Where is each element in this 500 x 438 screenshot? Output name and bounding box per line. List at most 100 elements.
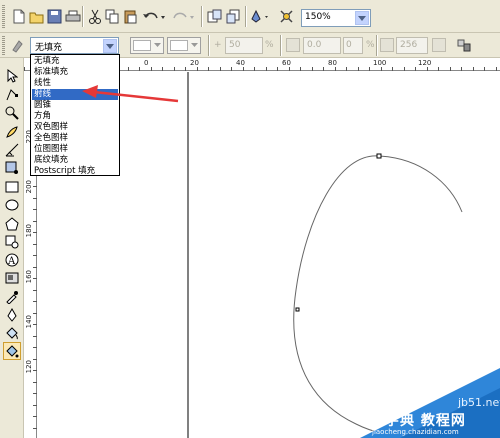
chevron-down-icon[interactable]	[103, 39, 117, 53]
freehand-tool-icon[interactable]	[3, 141, 21, 159]
coreldraw-window: 150% 无填充 + 50 % 0.0 0 % 256 A 0 20 40 60…	[0, 0, 500, 438]
application-launcher-icon[interactable]	[249, 7, 273, 26]
toolbar-separator	[82, 6, 84, 27]
ruler-h-tick	[403, 67, 405, 71]
red-annotation-arrow	[82, 85, 179, 103]
zoom-tool-icon[interactable]	[3, 123, 21, 141]
text-tool-icon[interactable]: A	[3, 251, 21, 269]
ruler-h-tick	[288, 67, 290, 71]
svg-text:A: A	[7, 256, 16, 267]
shape-tool-icon[interactable]	[3, 86, 21, 104]
eyedropper-tool-icon[interactable]	[3, 288, 21, 306]
fill-steps-lock-icon[interactable]	[380, 38, 394, 52]
ruler-v-tick	[33, 358, 37, 360]
curve-node-top[interactable]	[376, 153, 382, 159]
first-color-picker[interactable]	[130, 37, 164, 54]
fill-type-option[interactable]: 无填充	[32, 56, 118, 67]
ruler-h-tick	[426, 67, 428, 71]
ruler-v-tick	[33, 209, 37, 210]
save-icon[interactable]	[45, 7, 64, 26]
ruler-h-tick	[392, 67, 393, 71]
pick-tool-icon[interactable]	[3, 67, 21, 85]
fill-type-option[interactable]: 方角	[32, 111, 118, 122]
ruler-v-tick	[33, 301, 37, 302]
table-interactive-tool-icon[interactable]	[3, 269, 21, 287]
open-folder-icon[interactable]	[27, 7, 46, 26]
ruler-h-tick	[196, 67, 198, 71]
ruler-h-tick	[369, 67, 370, 71]
undo-icon[interactable]	[141, 7, 167, 26]
paste-icon[interactable]	[121, 7, 140, 26]
outline-pen-tool-icon[interactable]	[3, 306, 21, 324]
ruler-h-tick	[311, 67, 313, 71]
midpoint-icon: +	[214, 40, 222, 50]
copy-fill-properties-icon[interactable]	[432, 38, 446, 52]
toolbar-separator	[201, 6, 203, 27]
fill-type-option[interactable]: Postscript 填充	[32, 166, 118, 177]
edge-pad-unit: %	[366, 40, 375, 50]
ruler-v-tick	[33, 243, 37, 245]
chevron-down-icon	[191, 43, 198, 47]
interactive-fill-icon[interactable]	[8, 36, 27, 55]
print-icon[interactable]	[63, 7, 82, 26]
ruler-h-tick	[438, 67, 439, 71]
ruler-v-tick	[33, 393, 37, 394]
ruler-h-tick	[484, 67, 485, 71]
ruler-v-tick	[33, 266, 37, 268]
fill-type-dropdown[interactable]: 无填充	[30, 37, 119, 54]
edge-pad-value: 0	[346, 40, 352, 50]
ruler-h-tick	[449, 67, 451, 71]
fill-type-value: 无填充	[35, 43, 63, 53]
curve-node-left[interactable]	[295, 307, 300, 312]
fill-type-option[interactable]: 底纹填充	[32, 155, 118, 166]
fill-tool-icon[interactable]	[3, 324, 21, 342]
smart-fill-tool-icon[interactable]	[3, 159, 21, 177]
polygon-tool-icon[interactable]	[3, 215, 21, 233]
redo-icon[interactable]	[170, 7, 196, 26]
ruler-h-tick	[254, 67, 255, 71]
watermark-site: jb51.net	[458, 396, 500, 409]
fill-steps-input[interactable]: 256	[396, 37, 428, 54]
new-document-icon[interactable]	[9, 7, 28, 26]
ruler-h-label: 0	[144, 59, 149, 67]
angle-input[interactable]: 0.0	[303, 37, 341, 54]
last-color-swatch	[170, 40, 188, 51]
fill-type-option[interactable]: 双色图样	[32, 122, 118, 133]
ruler-v-tick	[33, 197, 37, 199]
fill-steps-value: 256	[400, 40, 418, 50]
curve-shape-right[interactable]	[378, 155, 463, 213]
edge-pad-input[interactable]: 0	[343, 37, 363, 54]
property-bar-grip[interactable]	[2, 35, 5, 56]
toolbar-separator	[245, 6, 247, 27]
fill-type-option[interactable]: 标准填充	[32, 67, 118, 78]
ruler-h-tick	[380, 67, 382, 71]
toolbar-grip[interactable]	[2, 4, 5, 29]
export-icon[interactable]	[224, 7, 243, 26]
ruler-v-tick	[33, 278, 37, 279]
fill-type-option[interactable]: 全色图样	[32, 133, 118, 144]
ruler-h-tick	[231, 67, 232, 71]
crop-knife-tool-icon[interactable]	[3, 104, 21, 122]
ellipse-tool-icon[interactable]	[3, 196, 21, 214]
corel-online-icon[interactable]	[277, 7, 296, 26]
copy-icon[interactable]	[103, 7, 122, 26]
cut-icon[interactable]	[85, 7, 104, 26]
interactive-fill-tool-icon[interactable]	[3, 342, 21, 360]
fill-type-option[interactable]: 位图图样	[32, 144, 118, 155]
midpoint-value: 50	[229, 40, 241, 50]
import-icon[interactable]	[205, 7, 224, 26]
midpoint-input[interactable]: 50	[225, 37, 263, 54]
ruler-h-tick	[185, 67, 186, 71]
ruler-h-tick	[265, 67, 267, 71]
basic-shapes-tool-icon[interactable]	[3, 233, 21, 251]
standard-toolbar: 150%	[0, 0, 500, 33]
midpoint-unit: %	[265, 40, 274, 50]
ruler-h-label: 60	[282, 59, 291, 67]
rectangle-tool-icon[interactable]	[3, 178, 21, 196]
last-color-picker[interactable]	[167, 37, 201, 54]
ruler-v-label: 120	[25, 360, 33, 374]
zoom-level-dropdown[interactable]: 150%	[301, 9, 371, 27]
ruler-h-tick	[300, 67, 301, 71]
chevron-down-icon[interactable]	[355, 11, 369, 25]
fill-tool-options-icon[interactable]	[455, 36, 474, 55]
